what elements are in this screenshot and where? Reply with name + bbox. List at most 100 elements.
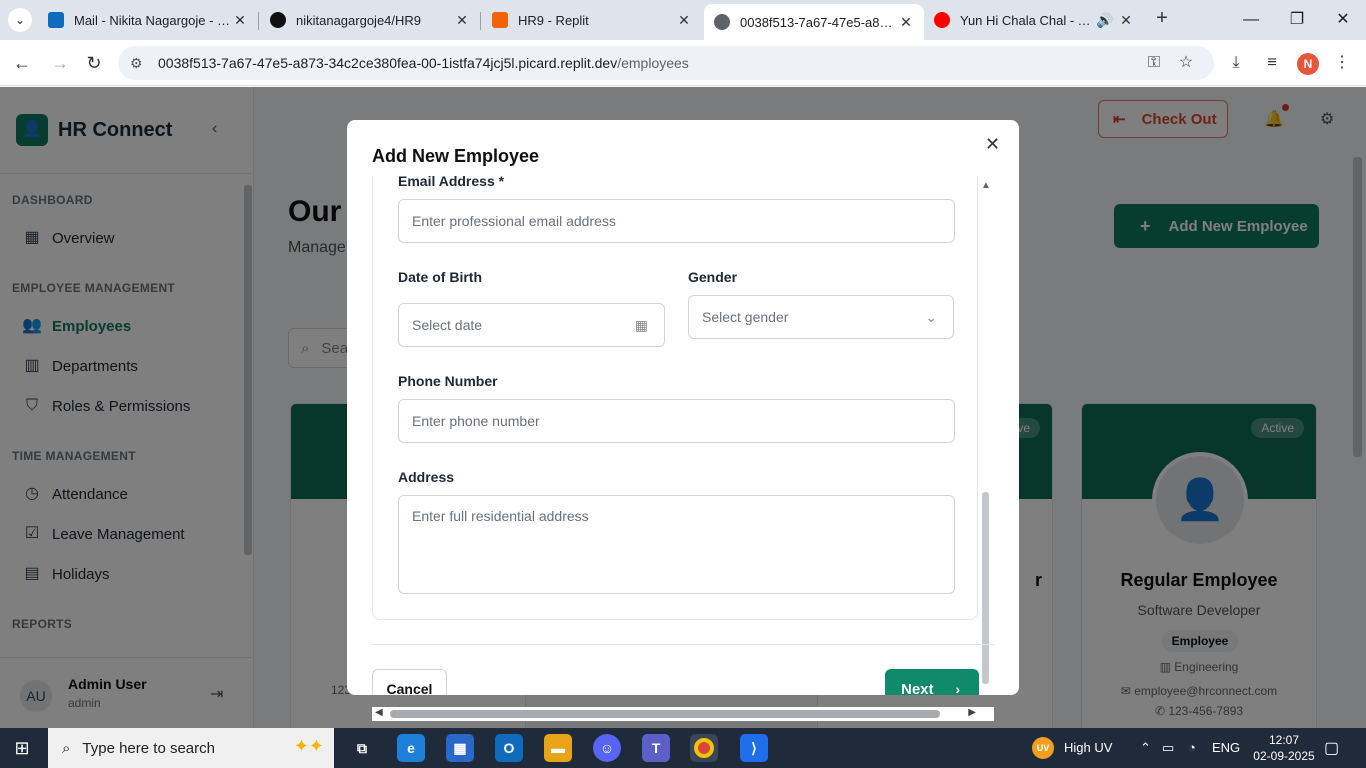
download-icon[interactable]: ⤓ xyxy=(1225,52,1247,74)
task-view-icon[interactable]: ⧉ xyxy=(348,734,376,762)
restore-button[interactable]: ❐ xyxy=(1282,6,1312,34)
chevron-down-icon: ⌄ xyxy=(925,308,937,325)
email-label: Email Address * xyxy=(398,176,505,189)
tab-title: Mail - Nikita Nagargoje - Outlook xyxy=(74,12,232,28)
dob-label: Date of Birth xyxy=(398,269,482,285)
horizontal-scrollbar-thumb[interactable] xyxy=(390,710,940,718)
bookmark-star-icon[interactable]: ☆ xyxy=(1175,52,1197,74)
network-icon[interactable]: ▭ xyxy=(1162,728,1174,768)
windows-taskbar: ⊞ ⌕ Type here to search ✦✦ ⧉ e ▦ O ▬ ☺ T… xyxy=(0,728,1366,768)
back-button[interactable]: ← xyxy=(9,50,35,76)
close-icon[interactable]: ✕ xyxy=(676,12,692,29)
close-icon[interactable]: ✕ xyxy=(1118,12,1134,29)
horizontal-scrollbar[interactable]: ◀ ▶ xyxy=(372,707,994,721)
browser-tab-bar: ⌄ Mail - Nikita Nagargoje - Outlook ✕ ni… xyxy=(0,0,1366,40)
speaker-icon[interactable]: 🔊 xyxy=(1096,12,1113,29)
close-icon[interactable]: ✕ xyxy=(454,12,470,29)
cancel-button[interactable]: Cancel xyxy=(372,669,447,695)
next-label: Next xyxy=(901,680,934,696)
outlook-icon[interactable]: O xyxy=(495,734,523,762)
modal-form: Email Address * Enter professional email… xyxy=(372,176,978,620)
store-icon[interactable]: ▦ xyxy=(446,734,474,762)
phone-label: Phone Number xyxy=(398,373,498,389)
tab-title: HR9 - Replit xyxy=(518,12,589,28)
email-field[interactable]: Enter professional email address xyxy=(398,199,955,243)
address-bar-row: ← → ↻ ⚙ 0038f513-7a67-47e5-a873-34c2ce38… xyxy=(0,40,1366,86)
modal-scrollbar-thumb[interactable] xyxy=(982,492,989,684)
next-button[interactable]: Next › xyxy=(885,669,979,695)
tab-separator xyxy=(480,12,481,30)
wifi-icon[interactable]: ◔ xyxy=(1188,728,1196,768)
vscode-icon[interactable]: ⟩ xyxy=(740,734,768,762)
address-textarea[interactable]: Enter full residential address xyxy=(398,495,955,594)
url-host: 0038f513-7a67-47e5-a873-34c2ce380fea-00-… xyxy=(158,55,618,71)
phone-field[interactable]: Enter phone number xyxy=(398,399,955,443)
tab-separator xyxy=(258,12,259,30)
chrome-icon[interactable] xyxy=(690,734,718,762)
chevron-right-icon: › xyxy=(955,681,961,695)
gender-placeholder: Select gender xyxy=(702,309,789,325)
url-field[interactable]: ⚙ 0038f513-7a67-47e5-a873-34c2ce380fea-0… xyxy=(118,46,1214,80)
email-placeholder: Enter professional email address xyxy=(412,213,616,229)
media-control-icon[interactable]: ≡ xyxy=(1261,52,1283,74)
windows-start-icon[interactable]: ⊞ xyxy=(12,738,32,758)
scroll-up-icon[interactable]: ▲ xyxy=(981,180,991,191)
tab-github[interactable]: nikitanagargoje4/HR9 ✕ xyxy=(260,4,481,36)
add-employee-modal: Add New Employee ✕ Email Address * Enter… xyxy=(347,120,1019,695)
taskbar-search-placeholder: Type here to search xyxy=(82,739,215,757)
close-window-button[interactable]: ✕ xyxy=(1328,6,1358,34)
weather-text[interactable]: High UV xyxy=(1064,728,1112,768)
replit-icon xyxy=(492,12,508,28)
new-tab-button[interactable]: + xyxy=(1150,6,1174,30)
globe-icon xyxy=(714,14,730,30)
reload-button[interactable]: ↻ xyxy=(81,50,107,76)
uv-icon: UV xyxy=(1032,737,1054,759)
taskbar-search-input[interactable]: ⌕ Type here to search ✦✦ xyxy=(48,728,334,768)
password-key-icon[interactable]: ⚿ xyxy=(1143,52,1165,74)
dob-field[interactable]: Select date ▦ xyxy=(398,303,665,347)
tab-title: 0038f513-7a67-47e5-a873-34c2ce380fea xyxy=(740,14,898,30)
tab-search-icon[interactable]: ⌄ xyxy=(8,8,32,32)
url-path: /employees xyxy=(617,55,689,71)
address-placeholder: Enter full residential address xyxy=(412,508,589,524)
tab-active-app[interactable]: 0038f513-7a67-47e5-a873-34c2ce380fea ✕ xyxy=(704,4,924,40)
sparkle-icon: ✦✦ xyxy=(293,736,324,756)
minimize-button[interactable]: — xyxy=(1236,6,1266,34)
youtube-icon xyxy=(934,12,950,28)
close-icon[interactable]: ✕ xyxy=(898,14,914,31)
teams-icon[interactable]: T xyxy=(642,734,670,762)
discord-icon[interactable]: ☺ xyxy=(593,734,621,762)
clock-time: 12:07 xyxy=(1268,733,1300,747)
modal-scrollbar[interactable]: ▲ xyxy=(981,180,991,695)
gender-label: Gender xyxy=(688,269,738,285)
site-info-icon[interactable]: ⚙ xyxy=(130,55,148,72)
notification-center-icon[interactable]: ▢ xyxy=(1324,738,1339,758)
github-icon xyxy=(270,12,286,28)
tab-replit[interactable]: HR9 - Replit ✕ xyxy=(482,4,702,36)
close-icon[interactable]: ✕ xyxy=(232,12,248,29)
tab-title: nikitanagargoje4/HR9 xyxy=(296,12,422,28)
profile-avatar[interactable]: N xyxy=(1297,53,1319,75)
gender-select[interactable]: Select gender ⌄ xyxy=(688,295,954,339)
address-label: Address xyxy=(398,469,455,485)
clock[interactable]: 12:07 02-09-2025 xyxy=(1252,732,1316,764)
scroll-right-icon[interactable]: ▶ xyxy=(968,707,976,718)
tab-outlook[interactable]: Mail - Nikita Nagargoje - Outlook ✕ xyxy=(38,4,259,36)
folder-icon[interactable]: ▬ xyxy=(544,734,572,762)
tab-title: Yun Hi Chala Chal - YouTube xyxy=(960,12,1096,28)
chevron-up-icon[interactable]: ⌃ xyxy=(1140,728,1151,768)
close-icon[interactable]: ✕ xyxy=(985,134,1000,155)
outlook-icon xyxy=(48,12,64,28)
language-indicator[interactable]: ENG xyxy=(1212,728,1240,768)
forward-button[interactable]: → xyxy=(47,50,73,76)
phone-placeholder: Enter phone number xyxy=(412,413,540,429)
calendar-icon: ▦ xyxy=(634,316,648,333)
tab-youtube[interactable]: Yun Hi Chala Chal - YouTube 🔊 ✕ xyxy=(924,4,1144,36)
clock-date: 02-09-2025 xyxy=(1253,749,1315,763)
modal-title: Add New Employee xyxy=(372,146,540,166)
dob-placeholder: Select date xyxy=(412,317,483,333)
menu-icon[interactable]: ⋮ xyxy=(1331,52,1353,74)
scroll-left-icon[interactable]: ◀ xyxy=(375,707,383,718)
modal-footer-divider xyxy=(372,644,994,645)
edge-icon[interactable]: e xyxy=(397,734,425,762)
